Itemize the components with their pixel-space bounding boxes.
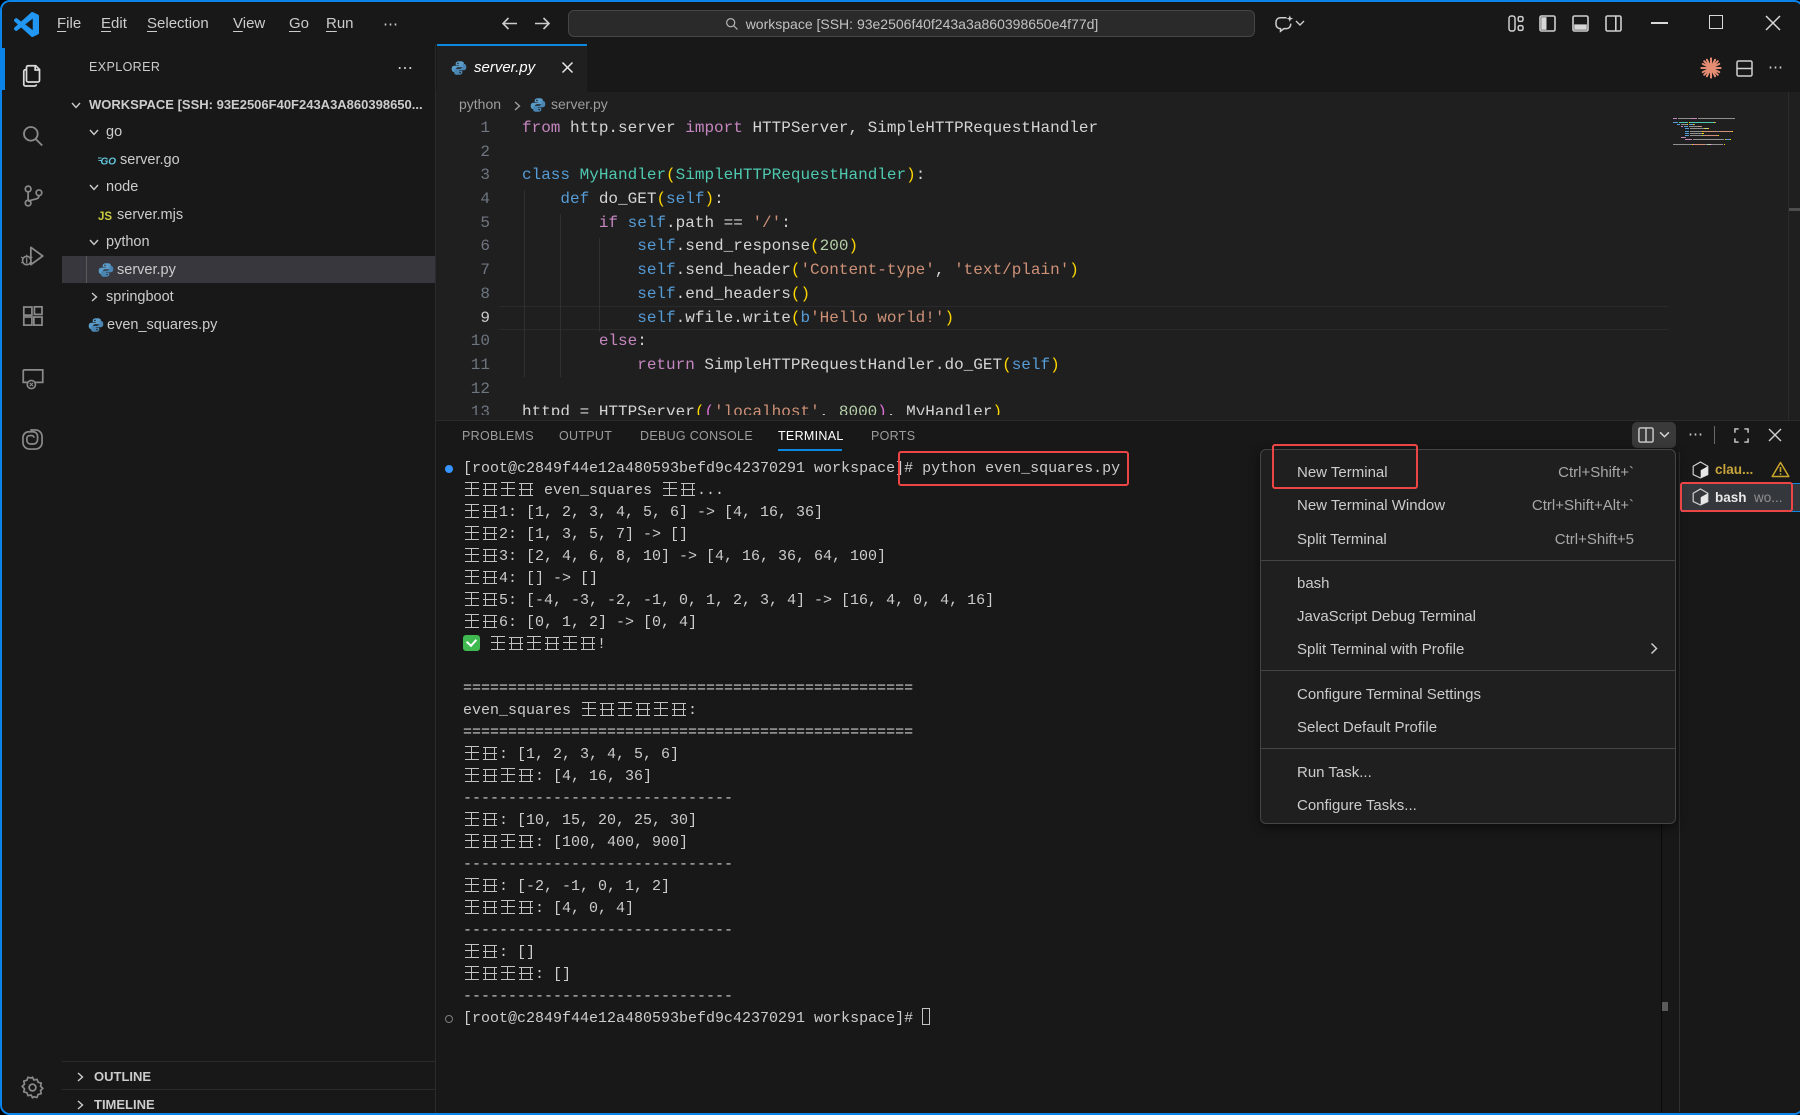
svg-text:JS: JS — [98, 211, 112, 223]
svg-text:GO: GO — [101, 156, 117, 167]
